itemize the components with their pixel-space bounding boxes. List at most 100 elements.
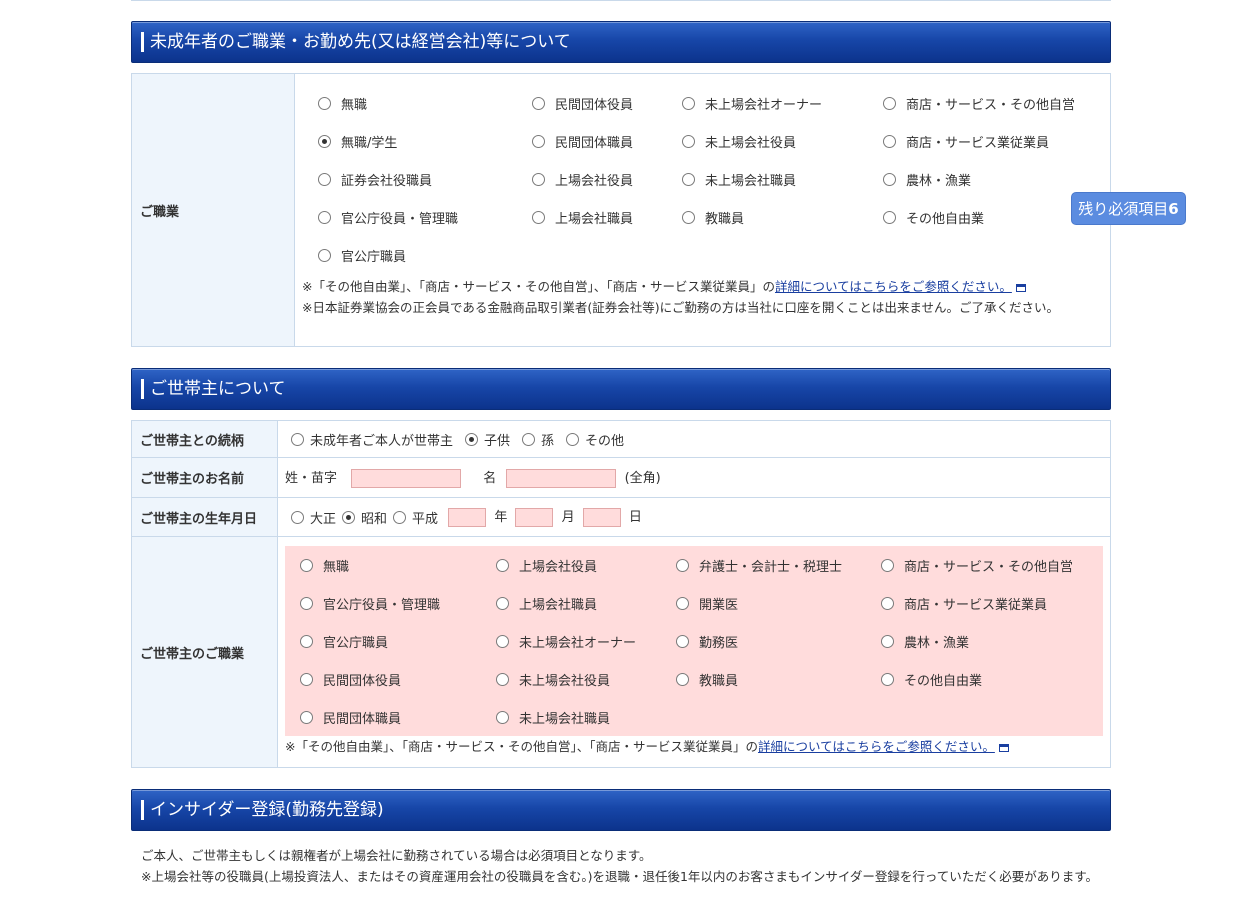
radio-unchecked-icon[interactable]: [393, 511, 407, 525]
header-accent-bar: [141, 379, 144, 399]
radio-option[interactable]: 子供: [465, 421, 510, 457]
radio-unchecked-icon[interactable]: [676, 672, 689, 686]
radio-option[interactable]: 大正: [291, 508, 336, 528]
radio-option[interactable]: 弁護士・会計士・税理士: [676, 546, 881, 584]
radio-option[interactable]: 官公庁役員・管理職: [318, 198, 532, 236]
radio-unchecked-icon[interactable]: [532, 134, 545, 148]
radio-unchecked-icon[interactable]: [300, 634, 313, 648]
radio-unchecked-icon[interactable]: [676, 558, 689, 572]
radio-option[interactable]: 上場会社役員: [532, 160, 682, 198]
radio-option[interactable]: 教職員: [682, 198, 883, 236]
radio-unchecked-icon[interactable]: [318, 96, 331, 110]
section-title: 未成年者のご職業・お勤め先(又は経営会社)等について: [150, 32, 571, 52]
radio-option-label: その他自由業: [904, 673, 983, 689]
radio-unchecked-icon[interactable]: [682, 96, 695, 110]
radio-unchecked-icon[interactable]: [532, 210, 545, 224]
radio-unchecked-icon[interactable]: [532, 96, 545, 110]
radio-unchecked-icon[interactable]: [318, 172, 331, 186]
radio-option[interactable]: 無職: [300, 546, 496, 584]
radio-checked-icon[interactable]: [318, 134, 331, 148]
radio-option[interactable]: 商店・サービス・その他自営: [881, 546, 1091, 584]
radio-option[interactable]: 未上場会社オーナー: [682, 84, 883, 122]
radio-option[interactable]: 商店・サービス業従業員: [881, 584, 1091, 622]
radio-option[interactable]: 未上場会社役員: [496, 660, 676, 698]
radio-unchecked-icon[interactable]: [682, 172, 695, 186]
surname-input[interactable]: [351, 469, 462, 488]
radio-unchecked-icon[interactable]: [881, 596, 894, 610]
radio-option[interactable]: 未上場会社職員: [496, 698, 676, 736]
radio-unchecked-icon[interactable]: [682, 134, 695, 148]
radio-unchecked-icon[interactable]: [496, 672, 509, 686]
radio-option[interactable]: 教職員: [676, 660, 881, 698]
radio-unchecked-icon[interactable]: [676, 634, 689, 648]
radio-option[interactable]: 開業医: [676, 584, 881, 622]
radio-option[interactable]: 農林・漁業: [883, 160, 1103, 198]
radio-option[interactable]: 民間団体職員: [300, 698, 496, 736]
radio-option[interactable]: 民間団体役員: [300, 660, 496, 698]
radio-unchecked-icon[interactable]: [496, 710, 509, 724]
radio-option-label: 官公庁役員・管理職: [323, 597, 441, 613]
radio-option[interactable]: その他自由業: [881, 660, 1091, 698]
radio-checked-icon[interactable]: [342, 511, 356, 525]
radio-option[interactable]: 民間団体役員: [532, 84, 682, 122]
birth-day-input[interactable]: [582, 508, 621, 528]
radio-unchecked-icon[interactable]: [300, 558, 313, 572]
radio-option[interactable]: 無職/学生: [318, 122, 532, 160]
radio-unchecked-icon[interactable]: [883, 134, 896, 148]
radio-option[interactable]: 証券会社役職員: [318, 160, 532, 198]
radio-option[interactable]: 農林・漁業: [881, 622, 1091, 660]
radio-option[interactable]: 官公庁職員: [300, 622, 496, 660]
radio-unchecked-icon[interactable]: [883, 210, 896, 224]
radio-option[interactable]: 上場会社役員: [496, 546, 676, 584]
radio-option[interactable]: その他: [566, 421, 624, 457]
radio-option-label: 未上場会社職員: [519, 711, 611, 727]
radio-option[interactable]: 未上場会社職員: [682, 160, 883, 198]
radio-unchecked-icon[interactable]: [881, 558, 894, 572]
radio-unchecked-icon[interactable]: [300, 710, 313, 724]
radio-unchecked-icon[interactable]: [881, 634, 894, 648]
radio-option[interactable]: 商店・サービス業従業員: [883, 122, 1103, 160]
radio-option[interactable]: 平成: [393, 508, 438, 528]
radio-option[interactable]: 民間団体職員: [532, 122, 682, 160]
radio-option[interactable]: 無職: [318, 84, 532, 122]
radio-unchecked-icon[interactable]: [496, 596, 509, 610]
radio-unchecked-icon[interactable]: [566, 432, 580, 446]
radio-option[interactable]: 官公庁職員: [318, 236, 532, 274]
radio-option[interactable]: 上場会社職員: [496, 584, 676, 622]
radio-unchecked-icon[interactable]: [318, 210, 331, 224]
radio-unchecked-icon[interactable]: [676, 596, 689, 610]
radio-unchecked-icon[interactable]: [291, 511, 304, 525]
birth-month-input[interactable]: [515, 508, 554, 528]
radio-option-label: 上場会社職員: [555, 211, 634, 227]
radio-option[interactable]: 未成年者ご本人が世帯主: [291, 421, 453, 457]
radio-option-label: 商店・サービス業従業員: [904, 597, 1048, 613]
radio-unchecked-icon[interactable]: [496, 634, 509, 648]
radio-option-label: その他自由業: [906, 211, 985, 227]
radio-option[interactable]: 勤務医: [676, 622, 881, 660]
radio-unchecked-icon[interactable]: [522, 432, 536, 446]
radio-unchecked-icon[interactable]: [883, 96, 896, 110]
radio-option[interactable]: 孫: [522, 421, 554, 457]
radio-unchecked-icon[interactable]: [291, 432, 304, 446]
birth-year-input[interactable]: [448, 508, 487, 528]
radio-unchecked-icon[interactable]: [532, 172, 545, 186]
radio-option[interactable]: その他自由業: [883, 198, 1103, 236]
radio-unchecked-icon[interactable]: [300, 596, 313, 610]
radio-option[interactable]: 昭和: [342, 508, 387, 528]
radio-unchecked-icon[interactable]: [682, 210, 695, 224]
radio-option-label: 未上場会社役員: [705, 135, 797, 151]
details-link[interactable]: 詳細についてはこちらをご参照ください。: [775, 279, 1012, 294]
details-link[interactable]: 詳細についてはこちらをご参照ください。: [758, 739, 995, 754]
radio-unchecked-icon[interactable]: [318, 248, 331, 262]
radio-option[interactable]: 官公庁役員・管理職: [300, 584, 496, 622]
radio-unchecked-icon[interactable]: [881, 672, 894, 686]
radio-unchecked-icon[interactable]: [496, 558, 509, 572]
radio-option[interactable]: 未上場会社役員: [682, 122, 883, 160]
given-name-input[interactable]: [506, 469, 617, 488]
radio-option[interactable]: 商店・サービス・その他自営: [883, 84, 1103, 122]
radio-unchecked-icon[interactable]: [300, 672, 313, 686]
radio-option[interactable]: 上場会社職員: [532, 198, 682, 236]
radio-unchecked-icon[interactable]: [883, 172, 896, 186]
radio-checked-icon[interactable]: [465, 432, 479, 446]
radio-option[interactable]: 未上場会社オーナー: [496, 622, 676, 660]
